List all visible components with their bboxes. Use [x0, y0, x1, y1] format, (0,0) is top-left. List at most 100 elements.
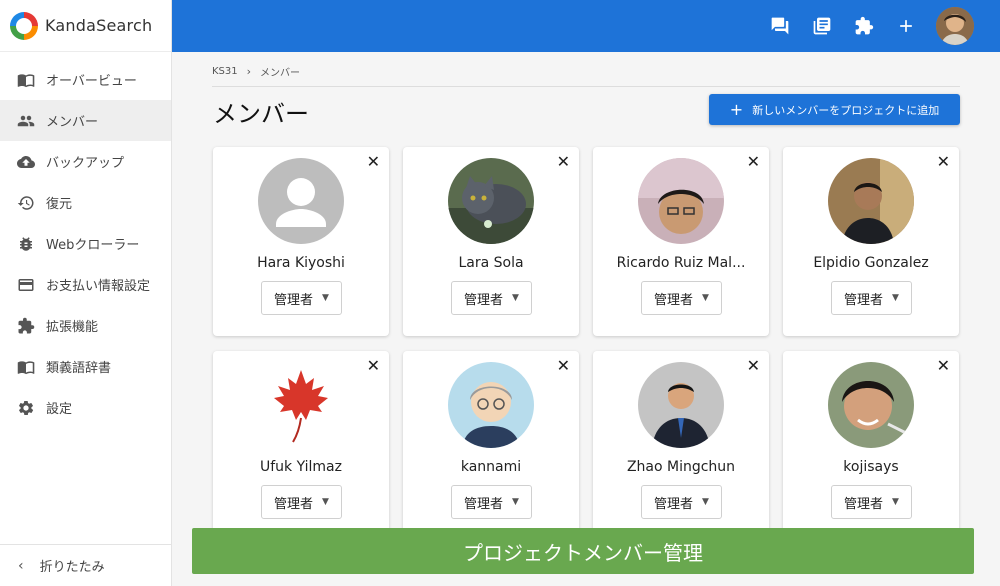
role-label: 管理者 — [844, 292, 884, 308]
avatar — [448, 362, 534, 448]
sidebar-item-extensions[interactable]: 拡張機能 — [0, 305, 171, 346]
breadcrumb-root[interactable]: KS31 — [212, 66, 238, 77]
book-icon — [16, 357, 36, 377]
caret-down-icon: ▼ — [512, 497, 519, 507]
role-select[interactable]: 管理者 ▼ — [641, 485, 722, 519]
logo-icon — [10, 11, 38, 40]
role-select[interactable]: 管理者 ▼ — [451, 281, 532, 315]
puzzle-icon[interactable] — [852, 14, 876, 38]
member-name: Ufuk Yilmaz — [259, 459, 342, 475]
role-select[interactable]: 管理者 ▼ — [831, 281, 912, 315]
gear-icon — [16, 398, 36, 418]
sidebar-item-label: 類義語辞書 — [46, 361, 112, 376]
chevron-left-icon: ‹ — [18, 557, 24, 574]
role-select[interactable]: 管理者 ▼ — [451, 485, 532, 519]
sidebar-item-settings[interactable]: 設定 — [0, 387, 171, 428]
caret-down-icon: ▼ — [892, 497, 899, 507]
plus-icon[interactable] — [894, 14, 918, 38]
library-icon[interactable] — [810, 14, 834, 38]
member-name: Lara Sola — [458, 255, 524, 271]
sidebar-item-label: 復元 — [46, 197, 73, 212]
caret-down-icon: ▼ — [322, 293, 329, 303]
breadcrumb-current: メンバー — [260, 68, 301, 79]
role-select[interactable]: 管理者 ▼ — [641, 281, 722, 315]
member-card: ✕ Zhao Mingchun 管理者 ▼ — [593, 351, 769, 540]
close-icon[interactable]: ✕ — [747, 358, 760, 374]
role-select[interactable]: 管理者 ▼ — [831, 485, 912, 519]
sidebar-item-members[interactable]: メンバー — [0, 100, 171, 141]
role-label: 管理者 — [464, 292, 504, 308]
caret-down-icon: ▼ — [702, 293, 709, 303]
role-label: 管理者 — [274, 292, 314, 308]
avatar — [258, 362, 344, 448]
sidebar-item-label: Webクローラー — [46, 238, 140, 253]
collapse-label: 折りたたみ — [39, 560, 105, 575]
close-icon[interactable]: ✕ — [367, 154, 380, 170]
sidebar: KandaSearch オーバービュー メンバー バックアップ 復元 Webクロ… — [0, 0, 172, 586]
member-name: kojisays — [843, 459, 899, 475]
avatar — [258, 158, 344, 244]
member-card: ✕ Elpidio Gonzalez 管理者 ▼ — [783, 147, 959, 336]
sidebar-item-label: オーバービュー — [46, 74, 137, 89]
caption-banner: プロジェクトメンバー管理 — [192, 528, 974, 574]
sidebar-nav: オーバービュー メンバー バックアップ 復元 Webクローラー お支払い情報設定… — [0, 52, 171, 428]
book-icon — [16, 70, 36, 90]
credit-card-icon — [16, 275, 36, 295]
sidebar-item-backup[interactable]: バックアップ — [0, 141, 171, 182]
avatar — [828, 362, 914, 448]
page-title: メンバー — [213, 100, 309, 128]
sidebar-item-restore[interactable]: 復元 — [0, 182, 171, 223]
avatar — [638, 158, 724, 244]
user-avatar[interactable] — [936, 7, 974, 45]
sidebar-item-label: メンバー — [46, 115, 99, 130]
sidebar-item-web-crawler[interactable]: Webクローラー — [0, 223, 171, 264]
bug-icon — [16, 234, 36, 254]
close-icon[interactable]: ✕ — [747, 154, 760, 170]
caret-down-icon: ▼ — [322, 497, 329, 507]
role-select[interactable]: 管理者 ▼ — [261, 281, 342, 315]
collapse-sidebar-button[interactable]: ‹ 折りたたみ — [0, 544, 171, 586]
close-icon[interactable]: ✕ — [937, 358, 950, 374]
sidebar-item-synonyms[interactable]: 類義語辞書 — [0, 346, 171, 387]
member-card: ✕ kojisays 管理者 ▼ — [783, 351, 959, 540]
sidebar-item-billing[interactable]: お支払い情報設定 — [0, 264, 171, 305]
member-name: kannami — [460, 459, 522, 475]
role-label: 管理者 — [844, 496, 884, 512]
cloud-upload-icon — [16, 152, 36, 172]
member-name: Elpidio Gonzalez — [813, 255, 929, 271]
puzzle-icon — [16, 316, 36, 336]
top-icons — [750, 0, 974, 52]
role-label: 管理者 — [654, 292, 694, 308]
chevron-right-icon: › — [246, 65, 252, 78]
chat-icon[interactable] — [768, 14, 792, 38]
plus-icon: + — [729, 99, 744, 119]
avatar — [828, 158, 914, 244]
close-icon[interactable]: ✕ — [557, 358, 570, 374]
caret-down-icon: ▼ — [892, 293, 899, 303]
add-member-label: 新しいメンバーをプロジェクトに追加 — [752, 103, 940, 117]
member-card: ✕ kannami 管理者 ▼ — [403, 351, 579, 540]
sidebar-item-overview[interactable]: オーバービュー — [0, 59, 171, 100]
breadcrumb: KS31 › メンバー — [212, 64, 300, 79]
close-icon[interactable]: ✕ — [937, 154, 950, 170]
member-card: ✕ Ricardo Ruiz Mal... 管理者 ▼ — [593, 147, 769, 336]
close-icon[interactable]: ✕ — [367, 358, 380, 374]
sidebar-item-label: 設定 — [46, 402, 73, 417]
role-select[interactable]: 管理者 ▼ — [261, 485, 342, 519]
top-app-bar — [172, 0, 1000, 52]
role-label: 管理者 — [654, 496, 694, 512]
people-icon — [16, 111, 36, 131]
sidebar-item-label: バックアップ — [46, 156, 125, 171]
member-card: ✕ Hara Kiyoshi 管理者 ▼ — [213, 147, 389, 336]
close-icon[interactable]: ✕ — [557, 154, 570, 170]
sidebar-item-label: 拡張機能 — [46, 320, 99, 335]
member-name: Hara Kiyoshi — [257, 255, 345, 271]
member-name: Ricardo Ruiz Mal... — [616, 255, 746, 271]
add-member-button[interactable]: + 新しいメンバーをプロジェクトに追加 — [709, 94, 960, 125]
brand-logo[interactable]: KandaSearch — [0, 0, 171, 52]
avatar — [638, 362, 724, 448]
divider — [212, 86, 960, 87]
role-label: 管理者 — [274, 496, 314, 512]
caret-down-icon: ▼ — [702, 497, 709, 507]
brand-name: KandaSearch — [45, 16, 153, 35]
